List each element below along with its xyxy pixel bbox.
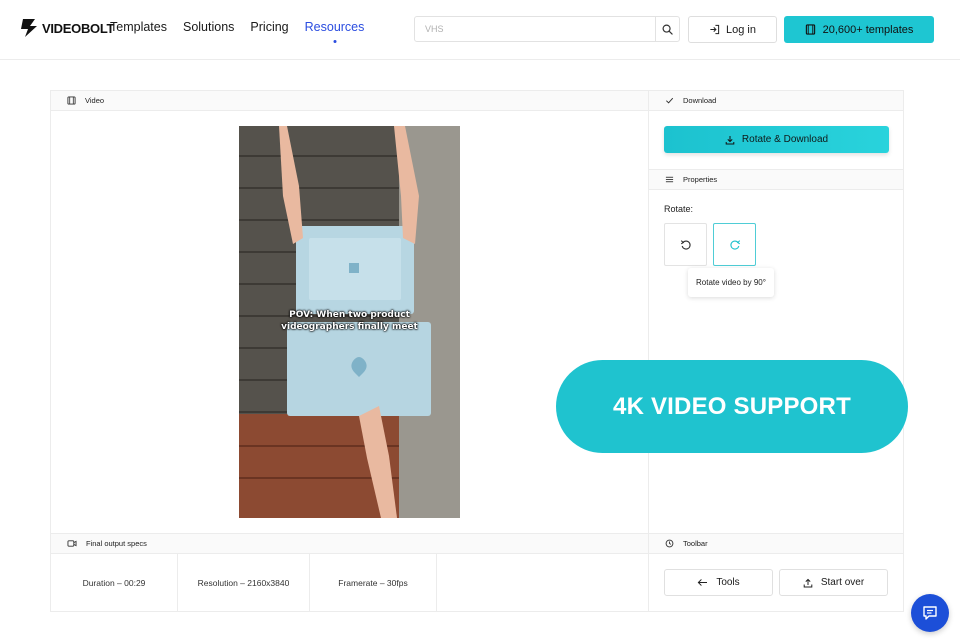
upload-icon xyxy=(803,578,813,587)
nav-templates[interactable]: Templates xyxy=(110,20,167,34)
download-icon xyxy=(725,135,735,144)
templates-button[interactable]: 20,600+ templates xyxy=(784,16,934,43)
nav-resources[interactable]: Resources xyxy=(305,20,365,34)
video-panel-header: Video xyxy=(51,91,648,111)
start-over-label: Start over xyxy=(820,577,865,588)
search-box xyxy=(414,16,680,42)
main-nav: Templates Solutions Pricing Resources xyxy=(110,20,364,34)
toolbar-panel-title: Toolbar xyxy=(683,539,708,548)
rotate-label: Rotate: xyxy=(664,204,694,214)
video-panel-title: Video xyxy=(85,96,105,105)
tools-button[interactable]: Tools xyxy=(664,569,773,596)
download-panel-header: Download xyxy=(649,91,903,111)
check-icon xyxy=(666,97,674,104)
history-icon xyxy=(665,539,674,548)
menu-icon xyxy=(665,176,674,183)
login-icon xyxy=(710,24,720,35)
output-specs-title: Final output specs xyxy=(86,539,147,548)
video-camera-icon xyxy=(67,540,77,547)
properties-panel: Properties Rotate: Rotate video by 90° xyxy=(648,169,904,534)
rotate-left-icon xyxy=(680,239,691,250)
brand-name: VIDEOBOLT xyxy=(42,20,115,36)
rotate-right-button[interactable] xyxy=(713,223,756,266)
rotate-left-button[interactable] xyxy=(664,223,707,266)
film-icon xyxy=(67,96,76,105)
search-icon xyxy=(662,24,673,35)
video-caption-line-2: videographers finally meet xyxy=(281,322,418,332)
specs-row: Duration – 00:29 Resolution – 2160x3840 … xyxy=(51,554,648,612)
tools-label: Tools xyxy=(716,577,740,588)
video-preview[interactable]: POV: When two product videographers fina… xyxy=(239,126,460,518)
film-icon xyxy=(805,24,815,35)
spec-framerate: Framerate – 30fps xyxy=(310,554,437,612)
properties-panel-title: Properties xyxy=(683,175,718,184)
download-panel: Download Rotate & Download xyxy=(648,90,904,170)
feature-banner: 4K VIDEO SUPPORT xyxy=(556,360,908,453)
chat-icon xyxy=(923,606,937,620)
properties-panel-header: Properties xyxy=(649,170,903,190)
toolbar-panel: Toolbar Tools Start over xyxy=(648,533,904,612)
rotate-right-icon xyxy=(729,239,740,250)
site-header: VIDEOBOLT Templates Solutions Pricing Re… xyxy=(0,0,960,60)
rotate-download-label: Rotate & Download xyxy=(741,134,829,145)
nav-solutions[interactable]: Solutions xyxy=(183,20,234,34)
start-over-button[interactable]: Start over xyxy=(779,569,888,596)
toolbar-panel-header: Toolbar xyxy=(649,534,903,554)
search-input[interactable] xyxy=(415,17,655,41)
spec-duration: Duration – 00:29 xyxy=(51,554,178,612)
nav-pricing[interactable]: Pricing xyxy=(250,20,288,34)
search-button[interactable] xyxy=(655,17,679,41)
login-label: Log in xyxy=(726,23,756,36)
videobolt-logo[interactable]: VIDEOBOLT xyxy=(20,18,114,38)
login-button[interactable]: Log in xyxy=(688,16,777,43)
arrow-left-icon xyxy=(697,579,708,586)
video-panel: Video POV: When two product videographer… xyxy=(50,90,649,534)
chat-button[interactable] xyxy=(911,594,949,632)
bolt-logo-icon xyxy=(21,19,37,37)
rotate-tooltip: Rotate video by 90° xyxy=(688,268,774,297)
video-caption-line-1: POV: When two product xyxy=(289,310,410,320)
rotate-download-button[interactable]: Rotate & Download xyxy=(664,126,889,153)
spec-resolution: Resolution – 2160x3840 xyxy=(178,554,310,612)
output-specs-panel: Final output specs Duration – 00:29 Reso… xyxy=(50,533,649,612)
download-panel-title: Download xyxy=(683,96,717,105)
output-specs-header: Final output specs xyxy=(51,534,648,554)
templates-label: 20,600+ templates xyxy=(822,23,914,36)
